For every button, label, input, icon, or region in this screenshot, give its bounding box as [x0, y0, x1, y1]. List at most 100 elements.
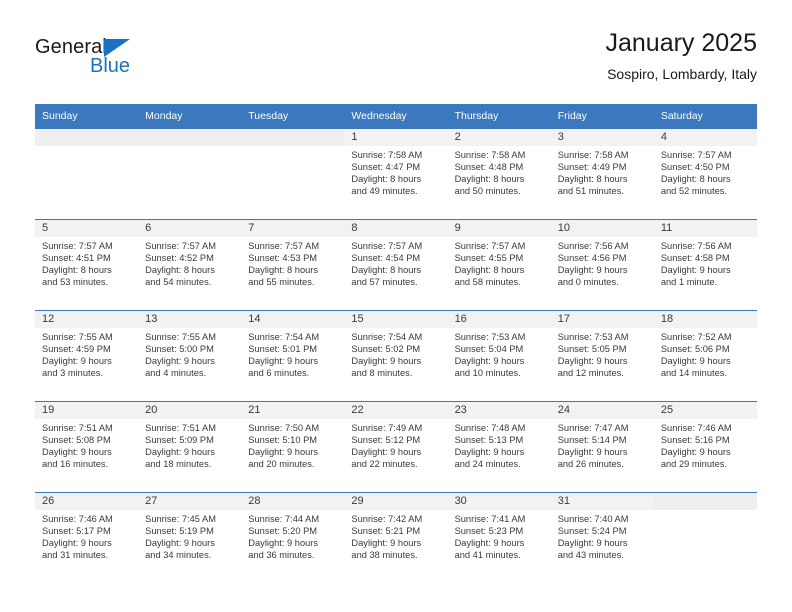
daylight-text-line2: and 58 minutes. — [454, 276, 521, 287]
day-cell[interactable]: 15 Sunrise: 7:54 AM Sunset: 5:02 PM Dayligh… — [344, 310, 448, 402]
day-info: Sunrise: 7:52 AM Sunset: 5:06 PM Daylight:… — [654, 328, 757, 380]
sunset-text: Sunset: 5:24 PM — [557, 525, 627, 536]
daylight-text-line2: and 10 minutes. — [454, 367, 521, 378]
day-cell[interactable]: 26 Sunrise: 7:46 AM Sunset: 5:17 PM Dayligh… — [35, 492, 139, 583]
sunset-text: Sunset: 5:09 PM — [145, 434, 214, 445]
sunrise-text: Sunrise: 7:57 AM — [42, 241, 113, 251]
day-info: Sunrise: 7:57 AM Sunset: 4:52 PM Daylight:… — [138, 237, 241, 289]
day-cell[interactable]: 10 Sunrise: 7:56 AM Sunset: 4:56 PM Dayligh… — [550, 219, 654, 311]
daylight-text-line1: Daylight: 8 hours — [454, 173, 525, 184]
calendar-week-row: 1 Sunrise: 7:58 AM Sunset: 4:47 PM Daylight… — [35, 128, 757, 220]
day-cell[interactable]: 14 Sunrise: 7:54 AM Sunset: 5:01 PM Dayligh… — [241, 310, 345, 402]
day-cell[interactable]: 1 Sunrise: 7:58 AM Sunset: 4:47 PM Daylight… — [344, 128, 448, 220]
day-number: 28 — [241, 493, 345, 510]
day-number: 29 — [344, 493, 448, 510]
daylight-text-line1: Daylight: 8 hours — [351, 264, 422, 275]
day-cell[interactable]: 21 Sunrise: 7:50 AM Sunset: 5:10 PM Dayligh… — [241, 401, 345, 493]
brand-logo[interactable]: General Blue — [35, 36, 235, 86]
sunset-text: Sunset: 4:49 PM — [557, 161, 627, 172]
title-block: January 2025 Sospiro, Lombardy, Italy — [605, 28, 757, 84]
day-cell[interactable]: 2 Sunrise: 7:58 AM Sunset: 4:48 PM Daylight… — [447, 128, 551, 220]
day-info: Sunrise: 7:49 AM Sunset: 5:12 PM Daylight:… — [344, 419, 447, 471]
sunset-text: Sunset: 4:58 PM — [660, 252, 730, 263]
daylight-text-line1: Daylight: 9 hours — [660, 355, 731, 366]
day-info: Sunrise: 7:51 AM Sunset: 5:09 PM Daylight:… — [138, 419, 241, 471]
day-cell[interactable]: 13 Sunrise: 7:55 AM Sunset: 5:00 PM Dayligh… — [138, 310, 242, 402]
weekday-header-sunday: Sunday — [35, 104, 139, 129]
day-number: 19 — [35, 402, 139, 419]
day-cell[interactable]: 12 Sunrise: 7:55 AM Sunset: 4:59 PM Dayligh… — [35, 310, 139, 402]
sunrise-text: Sunrise: 7:55 AM — [42, 332, 113, 342]
day-number: 11 — [653, 220, 757, 237]
daylight-text-line2: and 41 minutes. — [454, 549, 521, 560]
day-cell[interactable]: 27 Sunrise: 7:45 AM Sunset: 5:19 PM Dayligh… — [138, 492, 242, 583]
sunrise-text: Sunrise: 7:55 AM — [145, 332, 216, 342]
sunset-text: Sunset: 4:55 PM — [454, 252, 524, 263]
day-info: Sunrise: 7:48 AM Sunset: 5:13 PM Daylight:… — [448, 419, 551, 471]
day-cell[interactable]: 11 Sunrise: 7:56 AM Sunset: 4:58 PM Dayligh… — [653, 219, 757, 311]
day-number: 21 — [241, 402, 345, 419]
sunrise-text: Sunrise: 7:51 AM — [42, 423, 113, 433]
day-number: 27 — [138, 493, 242, 510]
daylight-text-line1: Daylight: 9 hours — [42, 537, 112, 548]
brand-name-blue: Blue — [90, 55, 131, 77]
day-cell-empty — [138, 128, 242, 220]
day-number: 13 — [138, 311, 242, 328]
page-title: January 2025 — [605, 29, 757, 57]
day-cell[interactable]: 20 Sunrise: 7:51 AM Sunset: 5:09 PM Dayligh… — [138, 401, 242, 493]
day-cell[interactable]: 7 Sunrise: 7:57 AM Sunset: 4:53 PM Daylight… — [241, 219, 345, 311]
day-cell[interactable]: 3 Sunrise: 7:58 AM Sunset: 4:49 PM Daylight… — [550, 128, 654, 220]
day-info: Sunrise: 7:51 AM Sunset: 5:08 PM Daylight:… — [35, 419, 138, 471]
day-cell[interactable]: 25 Sunrise: 7:46 AM Sunset: 5:16 PM Dayligh… — [653, 401, 757, 493]
day-number: 22 — [344, 402, 448, 419]
day-cell[interactable]: 31 Sunrise: 7:40 AM Sunset: 5:24 PM Dayligh… — [550, 492, 654, 583]
daylight-text-line1: Daylight: 9 hours — [145, 537, 215, 548]
day-cell[interactable]: 16 Sunrise: 7:53 AM Sunset: 5:04 PM Dayligh… — [447, 310, 551, 402]
daylight-text-line2: and 34 minutes. — [145, 549, 212, 560]
sunrise-text: Sunrise: 7:57 AM — [454, 241, 526, 251]
daylight-text-line2: and 18 minutes. — [145, 458, 212, 469]
day-info: Sunrise: 7:56 AM Sunset: 4:58 PM Daylight:… — [654, 237, 757, 289]
daylight-text-line1: Daylight: 8 hours — [351, 173, 422, 184]
day-cell[interactable]: 30 Sunrise: 7:41 AM Sunset: 5:23 PM Dayligh… — [447, 492, 551, 583]
day-cell[interactable]: 22 Sunrise: 7:49 AM Sunset: 5:12 PM Dayligh… — [344, 401, 448, 493]
sunrise-text: Sunrise: 7:46 AM — [660, 423, 732, 433]
day-number: 3 — [550, 129, 654, 146]
sunset-text: Sunset: 5:00 PM — [145, 343, 214, 354]
day-cell[interactable]: 29 Sunrise: 7:42 AM Sunset: 5:21 PM Dayligh… — [344, 492, 448, 583]
day-info: Sunrise: 7:44 AM Sunset: 5:20 PM Daylight:… — [241, 510, 344, 562]
daylight-text-line1: Daylight: 9 hours — [660, 264, 731, 275]
day-info: Sunrise: 7:57 AM Sunset: 4:54 PM Daylight:… — [344, 237, 447, 289]
weekday-header-monday: Monday — [138, 104, 242, 129]
page-subtitle: Sospiro, Lombardy, Italy — [607, 66, 757, 82]
weekday-header-friday: Friday — [550, 104, 654, 129]
daylight-text-line1: Daylight: 9 hours — [248, 355, 319, 366]
day-cell[interactable]: 9 Sunrise: 7:57 AM Sunset: 4:55 PM Daylight… — [447, 219, 551, 311]
sunrise-text: Sunrise: 7:57 AM — [145, 241, 216, 251]
day-info: Sunrise: 7:57 AM Sunset: 4:53 PM Daylight:… — [241, 237, 344, 289]
day-cell[interactable]: 17 Sunrise: 7:53 AM Sunset: 5:05 PM Dayligh… — [550, 310, 654, 402]
daylight-text-line2: and 52 minutes. — [660, 185, 727, 196]
sunrise-text: Sunrise: 7:53 AM — [557, 332, 629, 342]
day-info: Sunrise: 7:58 AM Sunset: 4:49 PM Daylight:… — [551, 146, 654, 198]
calendar-header-row: Sunday Monday Tuesday Wednesday Thursday Frid… — [35, 104, 757, 129]
day-number — [241, 129, 345, 146]
day-cell-empty — [653, 492, 757, 583]
sunset-text: Sunset: 5:02 PM — [351, 343, 421, 354]
day-cell[interactable]: 8 Sunrise: 7:57 AM Sunset: 4:54 PM Daylight… — [344, 219, 448, 311]
day-cell[interactable]: 24 Sunrise: 7:47 AM Sunset: 5:14 PM Dayligh… — [550, 401, 654, 493]
daylight-text-line1: Daylight: 9 hours — [660, 446, 731, 457]
day-cell[interactable]: 18 Sunrise: 7:52 AM Sunset: 5:06 PM Dayligh… — [653, 310, 757, 402]
daylight-text-line1: Daylight: 9 hours — [351, 446, 422, 457]
daylight-text-line1: Daylight: 9 hours — [42, 446, 112, 457]
day-info: Sunrise: 7:57 AM Sunset: 4:55 PM Daylight:… — [448, 237, 551, 289]
day-cell[interactable]: 28 Sunrise: 7:44 AM Sunset: 5:20 PM Dayligh… — [241, 492, 345, 583]
daylight-text-line1: Daylight: 9 hours — [454, 355, 525, 366]
day-cell[interactable]: 5 Sunrise: 7:57 AM Sunset: 4:51 PM Daylight… — [35, 219, 139, 311]
day-cell[interactable]: 19 Sunrise: 7:51 AM Sunset: 5:08 PM Dayligh… — [35, 401, 139, 493]
day-info: Sunrise: 7:58 AM Sunset: 4:48 PM Daylight:… — [448, 146, 551, 198]
day-cell[interactable]: 6 Sunrise: 7:57 AM Sunset: 4:52 PM Daylight… — [138, 219, 242, 311]
weekday-header-saturday: Saturday — [653, 104, 757, 129]
day-cell[interactable]: 4 Sunrise: 7:57 AM Sunset: 4:50 PM Daylight… — [653, 128, 757, 220]
day-cell[interactable]: 23 Sunrise: 7:48 AM Sunset: 5:13 PM Dayligh… — [447, 401, 551, 493]
